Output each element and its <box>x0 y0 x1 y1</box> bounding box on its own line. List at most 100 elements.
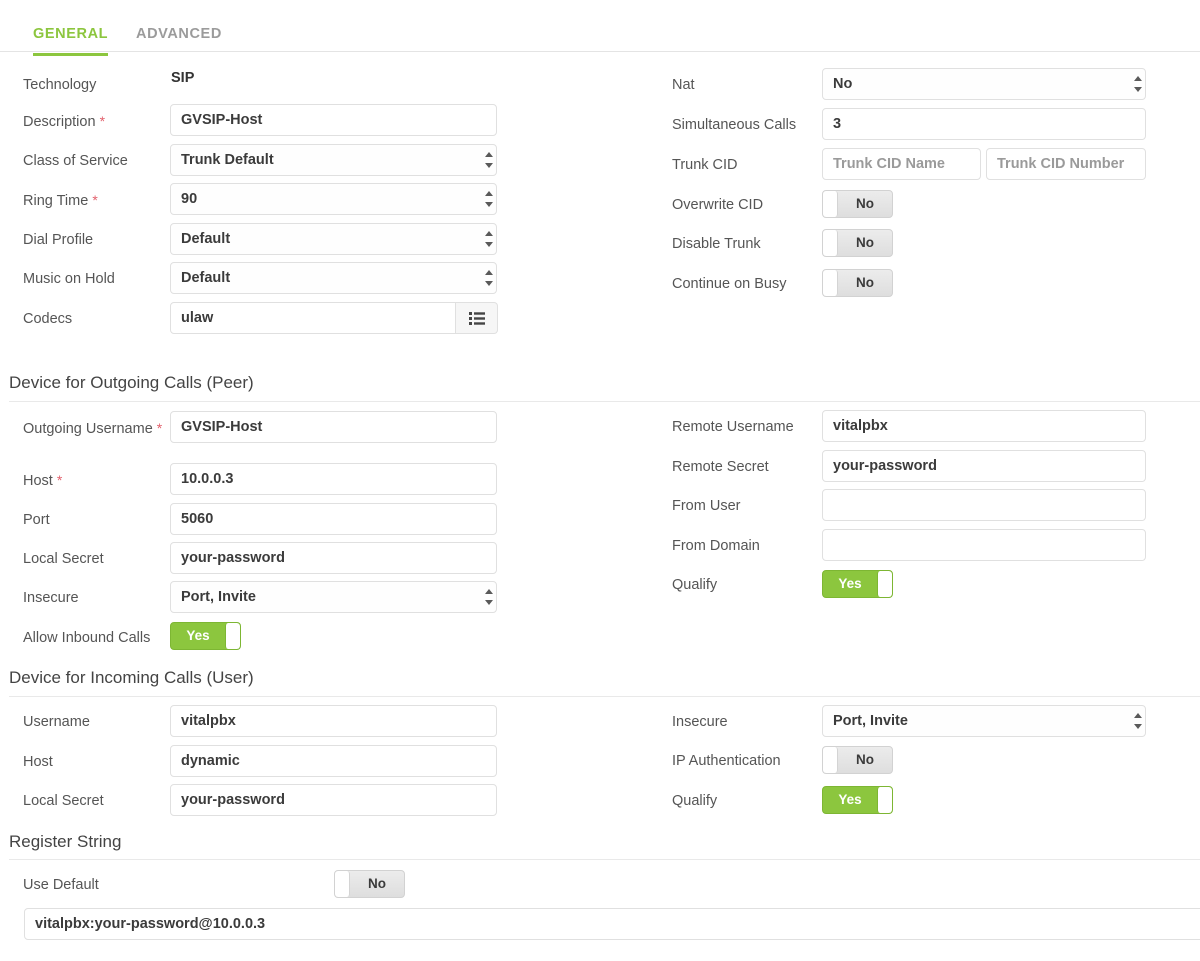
section-divider <box>9 401 1200 402</box>
label-remote-secret: Remote Secret <box>672 459 769 475</box>
section-title-incoming: Device for Incoming Calls (User) <box>9 668 254 687</box>
section-title-outgoing: Device for Outgoing Calls (Peer) <box>9 373 254 392</box>
select-outgoing-insecure[interactable]: Port, Invite <box>170 581 497 613</box>
toggle-knob <box>335 871 350 897</box>
input-from-domain[interactable] <box>822 529 1146 561</box>
label-class-of-service: Class of Service <box>23 153 128 169</box>
label-outgoing-insecure: Insecure <box>23 590 79 606</box>
required-marker: * <box>92 192 98 208</box>
trunk-settings-page: GENERAL ADVANCED Technology SIP Descript… <box>0 0 1200 961</box>
input-outgoing-username[interactable]: GVSIP-Host <box>170 411 497 443</box>
toggle-knob <box>823 191 838 217</box>
label-nat: Nat <box>672 77 695 93</box>
label-codecs: Codecs <box>23 311 73 327</box>
label-remote-username: Remote Username <box>672 419 794 435</box>
required-marker: * <box>156 420 163 436</box>
label-allow-inbound-calls: Allow Inbound Calls <box>23 630 151 646</box>
toggle-knob <box>823 747 838 773</box>
label-outgoing-qualify: Qualify <box>672 577 718 593</box>
label-disable-trunk: Disable Trunk <box>672 236 761 252</box>
label-music-on-hold: Music on Hold <box>23 271 115 287</box>
input-codecs[interactable]: ulaw <box>170 302 456 334</box>
tab-general[interactable]: GENERAL <box>33 16 109 56</box>
select-dial-profile[interactable]: Default <box>170 223 497 255</box>
toggle-label: No <box>368 876 386 891</box>
label-ip-authentication: IP Authentication <box>672 753 781 769</box>
required-marker: * <box>56 472 63 488</box>
label-outgoing-host-text: Host <box>23 473 53 489</box>
label-technology: Technology <box>23 77 97 93</box>
label-ring-time-text: Ring Time <box>23 193 89 209</box>
toggle-label: No <box>856 235 874 250</box>
label-description: Description * <box>23 112 105 132</box>
toggle-continue-on-busy[interactable]: No <box>822 269 893 297</box>
toggle-overwrite-cid[interactable]: No <box>822 190 893 218</box>
label-simultaneous-calls: Simultaneous Calls <box>672 117 797 133</box>
section-divider <box>9 859 1200 860</box>
toggle-knob <box>877 571 892 597</box>
label-overwrite-cid: Overwrite CID <box>672 197 764 213</box>
label-outgoing-host: Host * <box>23 471 62 491</box>
input-trunk-cid-name[interactable]: Trunk CID Name <box>822 148 981 180</box>
label-trunk-cid: Trunk CID <box>672 157 738 173</box>
label-incoming-host: Host <box>23 754 53 770</box>
label-incoming-qualify: Qualify <box>672 793 718 809</box>
input-incoming-host[interactable]: dynamic <box>170 745 497 777</box>
toggle-incoming-qualify[interactable]: Yes <box>822 786 893 814</box>
input-trunk-cid-number[interactable]: Trunk CID Number <box>986 148 1146 180</box>
label-incoming-username: Username <box>23 714 90 730</box>
input-from-user[interactable] <box>822 489 1146 521</box>
label-outgoing-port: Port <box>23 512 50 528</box>
select-music-on-hold[interactable]: Default <box>170 262 497 294</box>
input-incoming-local-secret[interactable]: your-password <box>170 784 497 816</box>
label-from-domain: From Domain <box>672 538 760 554</box>
input-description[interactable]: GVSIP-Host <box>170 104 497 136</box>
required-marker: * <box>99 113 106 129</box>
toggle-label: Yes <box>838 792 862 807</box>
toggle-label: No <box>856 752 874 767</box>
input-register-string[interactable]: vitalpbx:your-password@10.0.0.3 <box>24 908 1200 940</box>
input-outgoing-local-secret[interactable]: your-password <box>170 542 497 574</box>
toggle-knob <box>823 230 838 256</box>
toggle-label: Yes <box>838 576 862 591</box>
toggle-disable-trunk[interactable]: No <box>822 229 893 257</box>
label-incoming-local-secret: Local Secret <box>23 793 104 809</box>
label-ring-time: Ring Time * <box>23 191 98 211</box>
select-class-of-service[interactable]: Trunk Default <box>170 144 497 176</box>
toggle-label: No <box>856 196 874 211</box>
toggle-label: Yes <box>186 628 210 643</box>
toggle-knob <box>877 787 892 813</box>
label-outgoing-username: Outgoing Username * <box>23 419 163 439</box>
codecs-list-button[interactable] <box>456 302 498 334</box>
toggle-knob <box>823 270 838 296</box>
value-technology: SIP <box>171 70 195 86</box>
toggle-knob <box>225 623 240 649</box>
label-use-default: Use Default <box>23 877 99 893</box>
input-simultaneous-calls[interactable]: 3 <box>822 108 1146 140</box>
tab-bar: GENERAL ADVANCED <box>0 0 1200 56</box>
input-outgoing-port[interactable]: 5060 <box>170 503 497 535</box>
input-incoming-username[interactable]: vitalpbx <box>170 705 497 737</box>
section-title-register-string: Register String <box>9 832 122 851</box>
toggle-allow-inbound-calls[interactable]: Yes <box>170 622 241 650</box>
input-ring-time[interactable]: 90 <box>170 183 497 215</box>
toggle-label: No <box>856 275 874 290</box>
input-remote-username[interactable]: vitalpbx <box>822 410 1146 442</box>
select-incoming-insecure[interactable]: Port, Invite <box>822 705 1146 737</box>
input-remote-secret[interactable]: your-password <box>822 450 1146 482</box>
toggle-use-default[interactable]: No <box>334 870 405 898</box>
toggle-ip-authentication[interactable]: No <box>822 746 893 774</box>
section-divider <box>9 696 1200 697</box>
label-dial-profile: Dial Profile <box>23 232 94 248</box>
input-outgoing-host[interactable]: 10.0.0.3 <box>170 463 497 495</box>
label-description-text: Description <box>23 114 96 130</box>
list-icon <box>468 311 485 325</box>
toggle-outgoing-qualify[interactable]: Yes <box>822 570 893 598</box>
label-incoming-insecure: Insecure <box>672 714 728 730</box>
label-outgoing-local-secret: Local Secret <box>23 551 104 567</box>
label-from-user: From User <box>672 498 741 514</box>
select-nat[interactable]: No <box>822 68 1146 100</box>
label-outgoing-username-text: Outgoing Username <box>23 421 153 437</box>
label-continue-on-busy: Continue on Busy <box>672 276 787 292</box>
tab-advanced[interactable]: ADVANCED <box>136 16 222 52</box>
